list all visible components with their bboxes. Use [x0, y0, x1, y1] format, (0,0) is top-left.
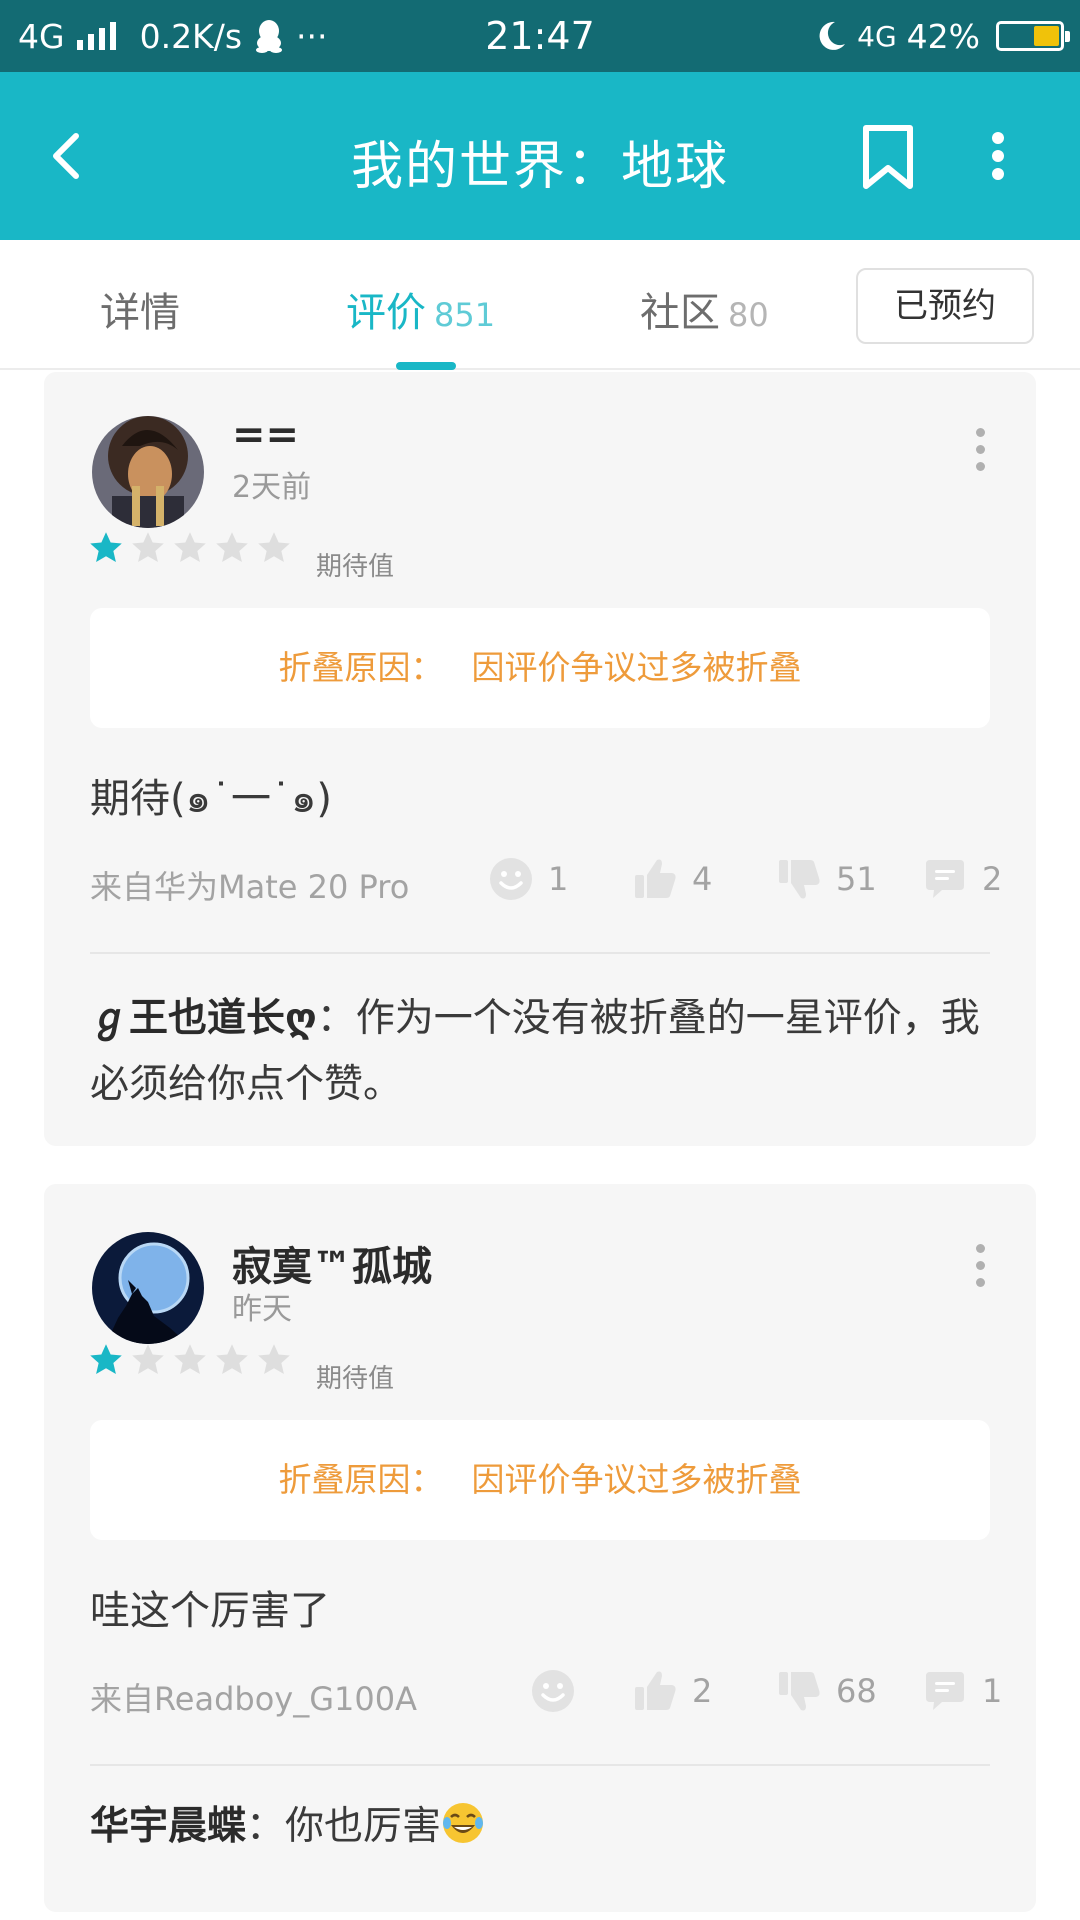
star-filled-icon — [90, 1344, 122, 1374]
tab-label: 详情 — [100, 290, 180, 336]
like-button[interactable]: 4 — [632, 856, 712, 902]
fold-notice[interactable]: 折叠原因： 因评价争议过多被折叠 — [90, 1420, 990, 1540]
thumbs-up-icon — [635, 859, 676, 898]
review-text: 哇这个厉害了 — [90, 1588, 330, 1634]
active-tab-indicator — [396, 362, 456, 370]
laughing-crying-emoji-icon — [443, 1803, 484, 1843]
tab-label: 评价 — [346, 290, 426, 336]
tab-count: 80 — [728, 296, 769, 334]
review-meta: 来自华为Mate 20 Pro 1 4 51 2 — [90, 856, 1002, 906]
thumbs-down-icon — [779, 1672, 820, 1711]
review-card: == 2天前 期待值 折叠原因： 因评价争议过多被折叠 期待(๑˙一˙๑) 来自华… — [44, 372, 1036, 1146]
avatar[interactable] — [92, 1232, 204, 1344]
star-rating — [88, 1342, 292, 1378]
reply-author[interactable]: 华宇晨蝶 — [90, 1804, 246, 1849]
divider — [90, 1764, 990, 1766]
device-label: 来自华为Mate 20 Pro — [90, 868, 410, 906]
review-card: 寂寞™孤城 昨天 期待值 折叠原因： 因评价争议过多被折叠 哇这个厉害了 来自Re… — [44, 1184, 1036, 1912]
status-right: 4G 42% — [817, 16, 1070, 56]
tab-community[interactable]: 社区 80 — [640, 280, 769, 338]
more-vertical-icon — [992, 132, 1004, 180]
reply-author[interactable]: ℊ王也道长ღ — [90, 996, 317, 1041]
comment-button[interactable]: 1 — [922, 1668, 1002, 1714]
star-rating — [88, 530, 292, 566]
moon-icon — [819, 21, 846, 50]
tab-details[interactable]: 详情 — [100, 280, 180, 338]
like-count: 4 — [692, 860, 713, 898]
tab-label: 社区 — [640, 290, 720, 336]
comment-count: 1 — [982, 1672, 1003, 1710]
review-list[interactable]: == 2天前 期待值 折叠原因： 因评价争议过多被折叠 期待(๑˙一˙๑) 来自华… — [0, 372, 1080, 1920]
reply-preview[interactable]: ℊ王也道长ღ：作为一个没有被折叠的一星评价，我必须给你点个赞。 — [90, 986, 1000, 1118]
bookmark-button[interactable] — [848, 116, 928, 196]
device-label: 来自Readboy_G100A — [90, 1680, 418, 1718]
reply-text: 你也厉害 — [285, 1804, 442, 1849]
tab-bar: 详情 评价 851 社区 80 已预约 — [0, 240, 1080, 370]
funny-button[interactable]: 1 — [488, 856, 568, 902]
review-text: 期待(๑˙一˙๑) — [90, 776, 332, 822]
like-count: 2 — [692, 1672, 713, 1710]
comment-count: 2 — [982, 860, 1003, 898]
review-more-button[interactable] — [968, 1244, 992, 1304]
star-empty-icon — [174, 1344, 206, 1374]
avatar-image — [92, 416, 204, 528]
thumbs-down-icon — [779, 860, 820, 899]
more-menu-button[interactable] — [968, 116, 1028, 196]
bookmark-icon — [863, 125, 913, 189]
reply-separator: ： — [246, 1804, 286, 1849]
comment-button[interactable]: 2 — [922, 856, 1002, 902]
comment-icon — [926, 860, 964, 898]
tab-count: 851 — [434, 296, 496, 334]
status-bar: 4G 0.2K/s ··· 21:47 4G 42% — [0, 0, 1080, 72]
fold-prefix: 折叠原因： — [278, 648, 444, 687]
comment-icon — [926, 1672, 964, 1710]
app-bar: 我的世界：地球 — [0, 72, 1080, 240]
reply-separator: ： — [316, 996, 356, 1041]
like-button[interactable]: 2 — [632, 1668, 712, 1714]
star-empty-icon — [258, 532, 290, 562]
dislike-button[interactable]: 68 — [776, 1668, 877, 1714]
smile-icon — [490, 858, 532, 900]
reserved-button[interactable]: 已预约 — [856, 268, 1034, 344]
funny-count: 1 — [548, 860, 569, 898]
dislike-count: 51 — [836, 860, 877, 898]
funny-button[interactable] — [530, 1668, 590, 1714]
star-empty-icon — [216, 532, 248, 562]
review-more-button[interactable] — [968, 428, 992, 488]
battery-icon — [996, 21, 1070, 51]
star-empty-icon — [132, 1344, 164, 1374]
rating-label: 期待值 — [316, 552, 395, 582]
star-empty-icon — [132, 532, 164, 562]
star-empty-icon — [216, 1344, 248, 1374]
username[interactable]: == — [232, 412, 299, 458]
avatar-image — [92, 1232, 204, 1344]
fold-reason: 因评价争议过多被折叠 — [471, 1460, 802, 1499]
thumbs-up-icon — [635, 1671, 676, 1710]
fold-notice[interactable]: 折叠原因： 因评价争议过多被折叠 — [90, 608, 990, 728]
fold-prefix: 折叠原因： — [278, 1460, 444, 1499]
star-empty-icon — [258, 1344, 290, 1374]
divider — [90, 952, 990, 954]
smile-icon — [532, 1670, 574, 1712]
reply-preview[interactable]: 华宇晨蝶：你也厉害 — [90, 1794, 1000, 1860]
rating-label: 期待值 — [316, 1364, 395, 1394]
tab-reviews[interactable]: 评价 851 — [346, 280, 495, 338]
battery-percent: 42% — [906, 16, 980, 56]
fold-reason: 因评价争议过多被折叠 — [471, 648, 802, 687]
dislike-button[interactable]: 51 — [776, 856, 877, 902]
post-time: 2天前 — [232, 470, 312, 505]
review-meta: 来自Readboy_G100A 2 68 1 — [90, 1668, 1002, 1718]
star-empty-icon — [174, 532, 206, 562]
network-type-right: 4G — [857, 19, 897, 53]
dislike-count: 68 — [836, 1672, 877, 1710]
star-filled-icon — [90, 532, 122, 562]
post-time: 昨天 — [232, 1292, 292, 1327]
avatar[interactable] — [92, 416, 204, 528]
